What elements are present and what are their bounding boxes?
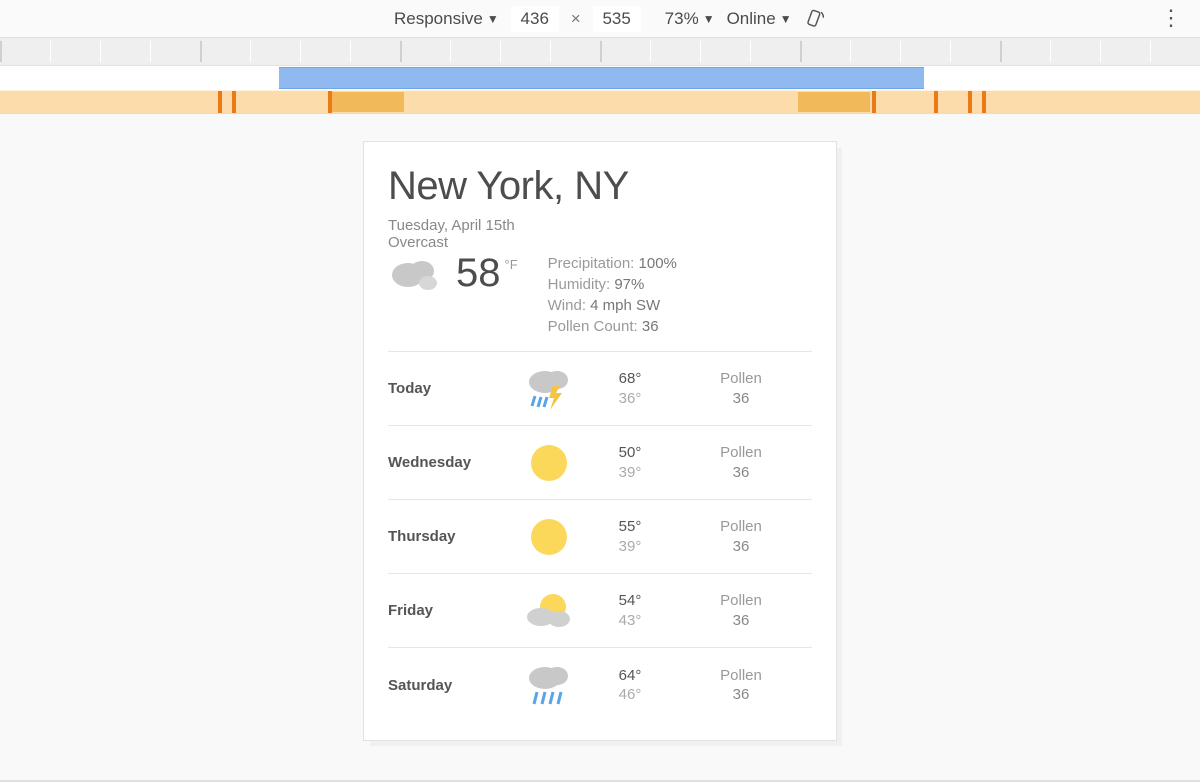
device-height-wrap [593,6,641,32]
forecast-pollen-label: Pollen [670,591,812,611]
forecast-low: 36° [590,389,670,409]
wind-label: Wind: [548,297,586,314]
forecast-low: 39° [590,463,670,483]
forecast-pollen-label: Pollen [670,369,812,389]
forecast-pollen: Pollen36 [670,443,812,482]
forecast-day: Today [388,380,508,397]
forecast-day: Saturday [388,677,508,694]
caret-down-icon: ▼ [487,12,499,26]
city-title: New York, NY [388,164,812,209]
caret-down-icon: ▼ [703,12,715,26]
device-mode-select[interactable]: Responsive ▼ [394,9,499,29]
rain-icon [508,662,590,708]
forecast-pollen: Pollen36 [670,666,812,705]
forecast-pollen-value: 36 [670,685,812,705]
current-details: Precipitation: 100% Humidity: 97% Wind: … [548,253,677,337]
forecast-temps: 64°46° [590,666,670,705]
network-label: Online [727,9,776,29]
forecast-day: Wednesday [388,454,508,471]
caret-down-icon: ▼ [780,12,792,26]
resize-handle-corner[interactable] [832,734,836,740]
forecast-pollen-value: 36 [670,611,812,631]
device-viewport: New York, NY Tuesday, April 15th Overcas… [364,142,836,740]
humidity-value: 97% [614,276,644,293]
zoom-label: 73% [665,9,699,29]
precip-value: 100% [639,255,677,272]
forecast-high: 54° [590,591,670,611]
media-bar-max-width[interactable] [279,67,924,89]
device-width-input[interactable] [511,6,559,32]
forecast-high: 50° [590,443,670,463]
humidity-label: Humidity: [548,276,611,293]
forecast-high: 64° [590,666,670,686]
forecast-row: Saturday 64°46°Pollen36 [388,648,812,722]
media-tick[interactable] [328,91,332,113]
device-stage: New York, NY Tuesday, April 15th Overcas… [0,114,1200,782]
forecast-temps: 68°36° [590,369,670,408]
forecast-pollen-value: 36 [670,463,812,483]
forecast-low: 43° [590,611,670,631]
media-tick[interactable] [934,91,938,113]
dimension-x: × [571,9,581,29]
wind-value: 4 mph SW [590,297,660,314]
network-select[interactable]: Online ▼ [727,9,792,29]
forecast-day: Friday [388,602,508,619]
current-unit: °F [505,257,518,272]
precip-label: Precipitation: [548,255,635,272]
partly-icon [508,589,590,633]
forecast-pollen-label: Pollen [670,517,812,537]
media-query-bar[interactable] [0,66,1200,114]
forecast-temps: 55°39° [590,517,670,556]
forecast-pollen: Pollen36 [670,369,812,408]
forecast-pollen-value: 36 [670,537,812,557]
forecast-low: 39° [590,537,670,557]
pollen-label: Pollen Count: [548,318,638,335]
current-temp: 58 [456,253,501,293]
thunder-icon [508,366,590,412]
zoom-select[interactable]: 73% ▼ [665,9,715,29]
forecast-pollen-value: 36 [670,389,812,409]
forecast-temps: 54°43° [590,591,670,630]
date-line: Tuesday, April 15th [388,217,812,234]
media-tick[interactable] [218,91,222,113]
media-tick[interactable] [968,91,972,113]
forecast-high: 55° [590,517,670,537]
media-bar-min-width-bg [0,91,1200,113]
device-toolbar: Responsive ▼ × 73% ▼ Online ▼ ⋮ [0,0,1200,38]
media-bar-min-width[interactable] [798,92,870,112]
device-width-wrap [511,6,559,32]
overcast-icon [388,253,444,295]
forecast-row: Today 68°36°Pollen36 [388,352,812,426]
forecast-day: Thursday [388,528,508,545]
forecast-row: Friday 54°43°Pollen36 [388,574,812,648]
forecast-high: 68° [590,369,670,389]
weather-card: New York, NY Tuesday, April 15th Overcas… [364,142,836,722]
sunny-icon [508,514,590,560]
rotate-icon[interactable] [804,7,828,31]
forecast-list: Today 68°36°Pollen36Wednesday 50°39°Poll… [388,352,812,722]
media-tick[interactable] [872,91,876,113]
forecast-pollen: Pollen36 [670,517,812,556]
media-tick[interactable] [982,91,986,113]
forecast-row: Wednesday 50°39°Pollen36 [388,426,812,500]
current-left: 58 °F [388,253,518,295]
ruler[interactable]: (function(){ var r=document.currentScrip… [0,38,1200,66]
forecast-pollen-label: Pollen [670,443,812,463]
forecast-row: Thursday 55°39°Pollen36 [388,500,812,574]
pollen-value: 36 [642,318,659,335]
media-tick[interactable] [232,91,236,113]
more-options-icon[interactable]: ⋮ [1160,7,1182,29]
forecast-pollen: Pollen36 [670,591,812,630]
media-bar-min-width[interactable] [332,92,404,112]
current-row: 58 °F Precipitation: 100% Humidity: 97% … [388,253,812,337]
forecast-temps: 50°39° [590,443,670,482]
forecast-pollen-label: Pollen [670,666,812,686]
forecast-low: 46° [590,685,670,705]
device-mode-label: Responsive [394,9,483,29]
device-height-input[interactable] [593,6,641,32]
sunny-icon [508,440,590,486]
condition-line: Overcast [388,234,812,251]
